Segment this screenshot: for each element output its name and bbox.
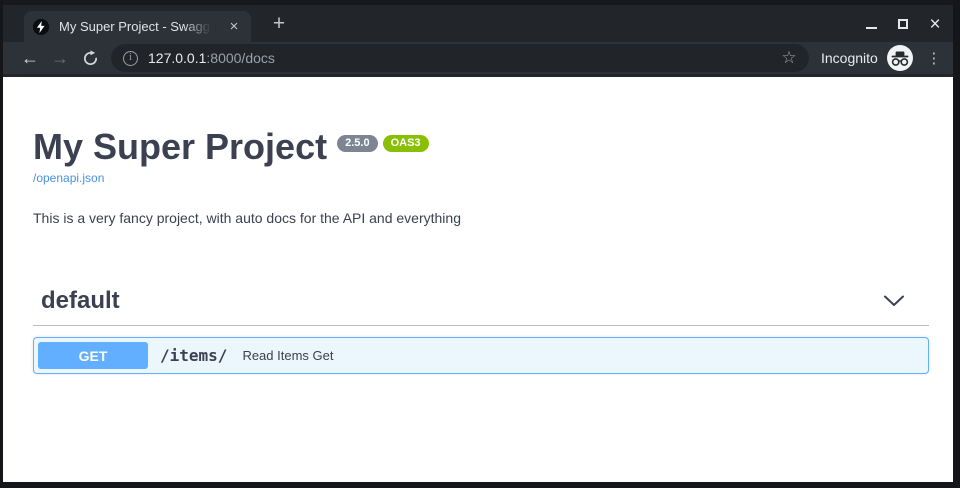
api-description: This is a very fancy project, with auto … [33, 210, 929, 226]
api-title-text: My Super Project [33, 126, 327, 167]
new-tab-button[interactable]: + [265, 11, 293, 39]
operation-summary: Read Items Get [242, 348, 333, 363]
back-button[interactable]: ← [15, 44, 45, 72]
reload-button[interactable] [75, 44, 105, 72]
openapi-spec-link-row: /openapi.json [33, 171, 929, 185]
bookmark-star-icon[interactable]: ☆ [777, 46, 801, 70]
section-title: default [41, 287, 120, 315]
operation-row-get-items[interactable]: GET /items/ Read Items Get [33, 337, 929, 374]
reload-icon [82, 50, 99, 67]
browser-toolbar: ← → i 127.0.0.1:8000/docs ☆ Incognito ⋮ [3, 42, 953, 77]
fastapi-favicon-icon [33, 19, 49, 35]
api-title: My Super Project 2.5.0 OAS3 [33, 127, 929, 167]
address-bar[interactable]: i 127.0.0.1:8000/docs ☆ [111, 44, 809, 72]
url-text[interactable]: 127.0.0.1:8000/docs [148, 50, 275, 66]
page-info-icon[interactable]: i [123, 51, 138, 66]
get-method-button[interactable]: GET [38, 342, 148, 369]
browser-tab[interactable]: My Super Project - Swagger UI × [24, 11, 251, 42]
forward-button[interactable]: → [45, 44, 75, 72]
openapi-spec-link[interactable]: /openapi.json [33, 171, 104, 185]
incognito-label: Incognito [821, 50, 878, 66]
maximize-icon [898, 19, 908, 29]
section-header-default[interactable]: default [33, 286, 929, 316]
operation-path: /items/ [160, 346, 227, 365]
minimize-icon [866, 27, 877, 29]
window-controls: × [855, 8, 951, 40]
close-window-button[interactable]: × [919, 9, 951, 39]
chevron-down-icon[interactable] [883, 294, 905, 308]
titlebar: My Super Project - Swagger UI × + × [3, 0, 953, 42]
section-divider [33, 325, 929, 326]
incognito-avatar-icon[interactable] [887, 45, 913, 71]
close-icon: × [929, 15, 940, 34]
api-badges: 2.5.0 OAS3 [337, 135, 428, 152]
browser-menu-icon[interactable]: ⋮ [921, 45, 947, 71]
url-path: :8000/docs [206, 50, 275, 66]
swagger-page: My Super Project2.5.0OAS3 /openapi.json … [3, 77, 953, 482]
tab-close-icon[interactable]: × [225, 18, 243, 36]
browser-window: My Super Project - Swagger UI × + × ← → … [3, 0, 953, 482]
url-host: 127.0.0.1 [148, 50, 206, 66]
tab-title: My Super Project - Swagger UI [59, 19, 211, 34]
version-badge: 2.5.0 [337, 135, 377, 152]
minimize-button[interactable] [855, 9, 887, 39]
oas3-badge: OAS3 [383, 135, 429, 152]
maximize-button[interactable] [887, 9, 919, 39]
